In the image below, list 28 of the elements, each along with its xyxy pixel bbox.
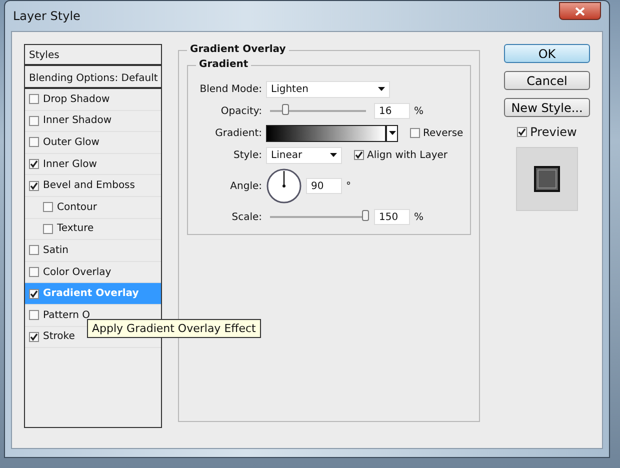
item-label: Satin	[43, 244, 69, 256]
item-label: Stroke	[43, 331, 75, 342]
field-label: Opacity:	[220, 106, 262, 116]
item-label: Pattern O	[43, 310, 90, 321]
field-label: Angle:	[229, 180, 262, 192]
field-label: Scale:	[230, 212, 262, 222]
item-label: Outer Glow	[43, 136, 100, 148]
unit-label: °	[346, 180, 351, 192]
unit-label: %	[414, 212, 424, 222]
group-title: Gradient Overlay	[187, 44, 289, 55]
item-label: Bevel and Emboss	[43, 180, 135, 192]
field-label: Gradient:	[214, 128, 262, 138]
checkbox-label: Preview	[530, 125, 577, 139]
item-label: Inner Shadow	[43, 115, 112, 126]
checkbox-label: Reverse	[423, 128, 464, 138]
field-label: Blend Mode:	[198, 84, 262, 94]
group-title: Gradient	[196, 59, 252, 70]
item-label: Texture	[57, 223, 94, 234]
unit-label: %	[414, 106, 424, 116]
item-label: Inner Glow	[43, 158, 97, 170]
checkbox-label: Align with Layer	[367, 150, 448, 160]
window-title: Layer Style	[13, 9, 80, 23]
item-label: Gradient Overlay	[43, 288, 139, 300]
field-label: Style:	[232, 150, 262, 160]
item-label: Drop Shadow	[43, 94, 110, 105]
item-label: Contour	[57, 202, 97, 213]
item-label: Color Overlay	[43, 266, 112, 278]
tooltip: Apply Gradient Overlay Effect	[87, 319, 261, 338]
